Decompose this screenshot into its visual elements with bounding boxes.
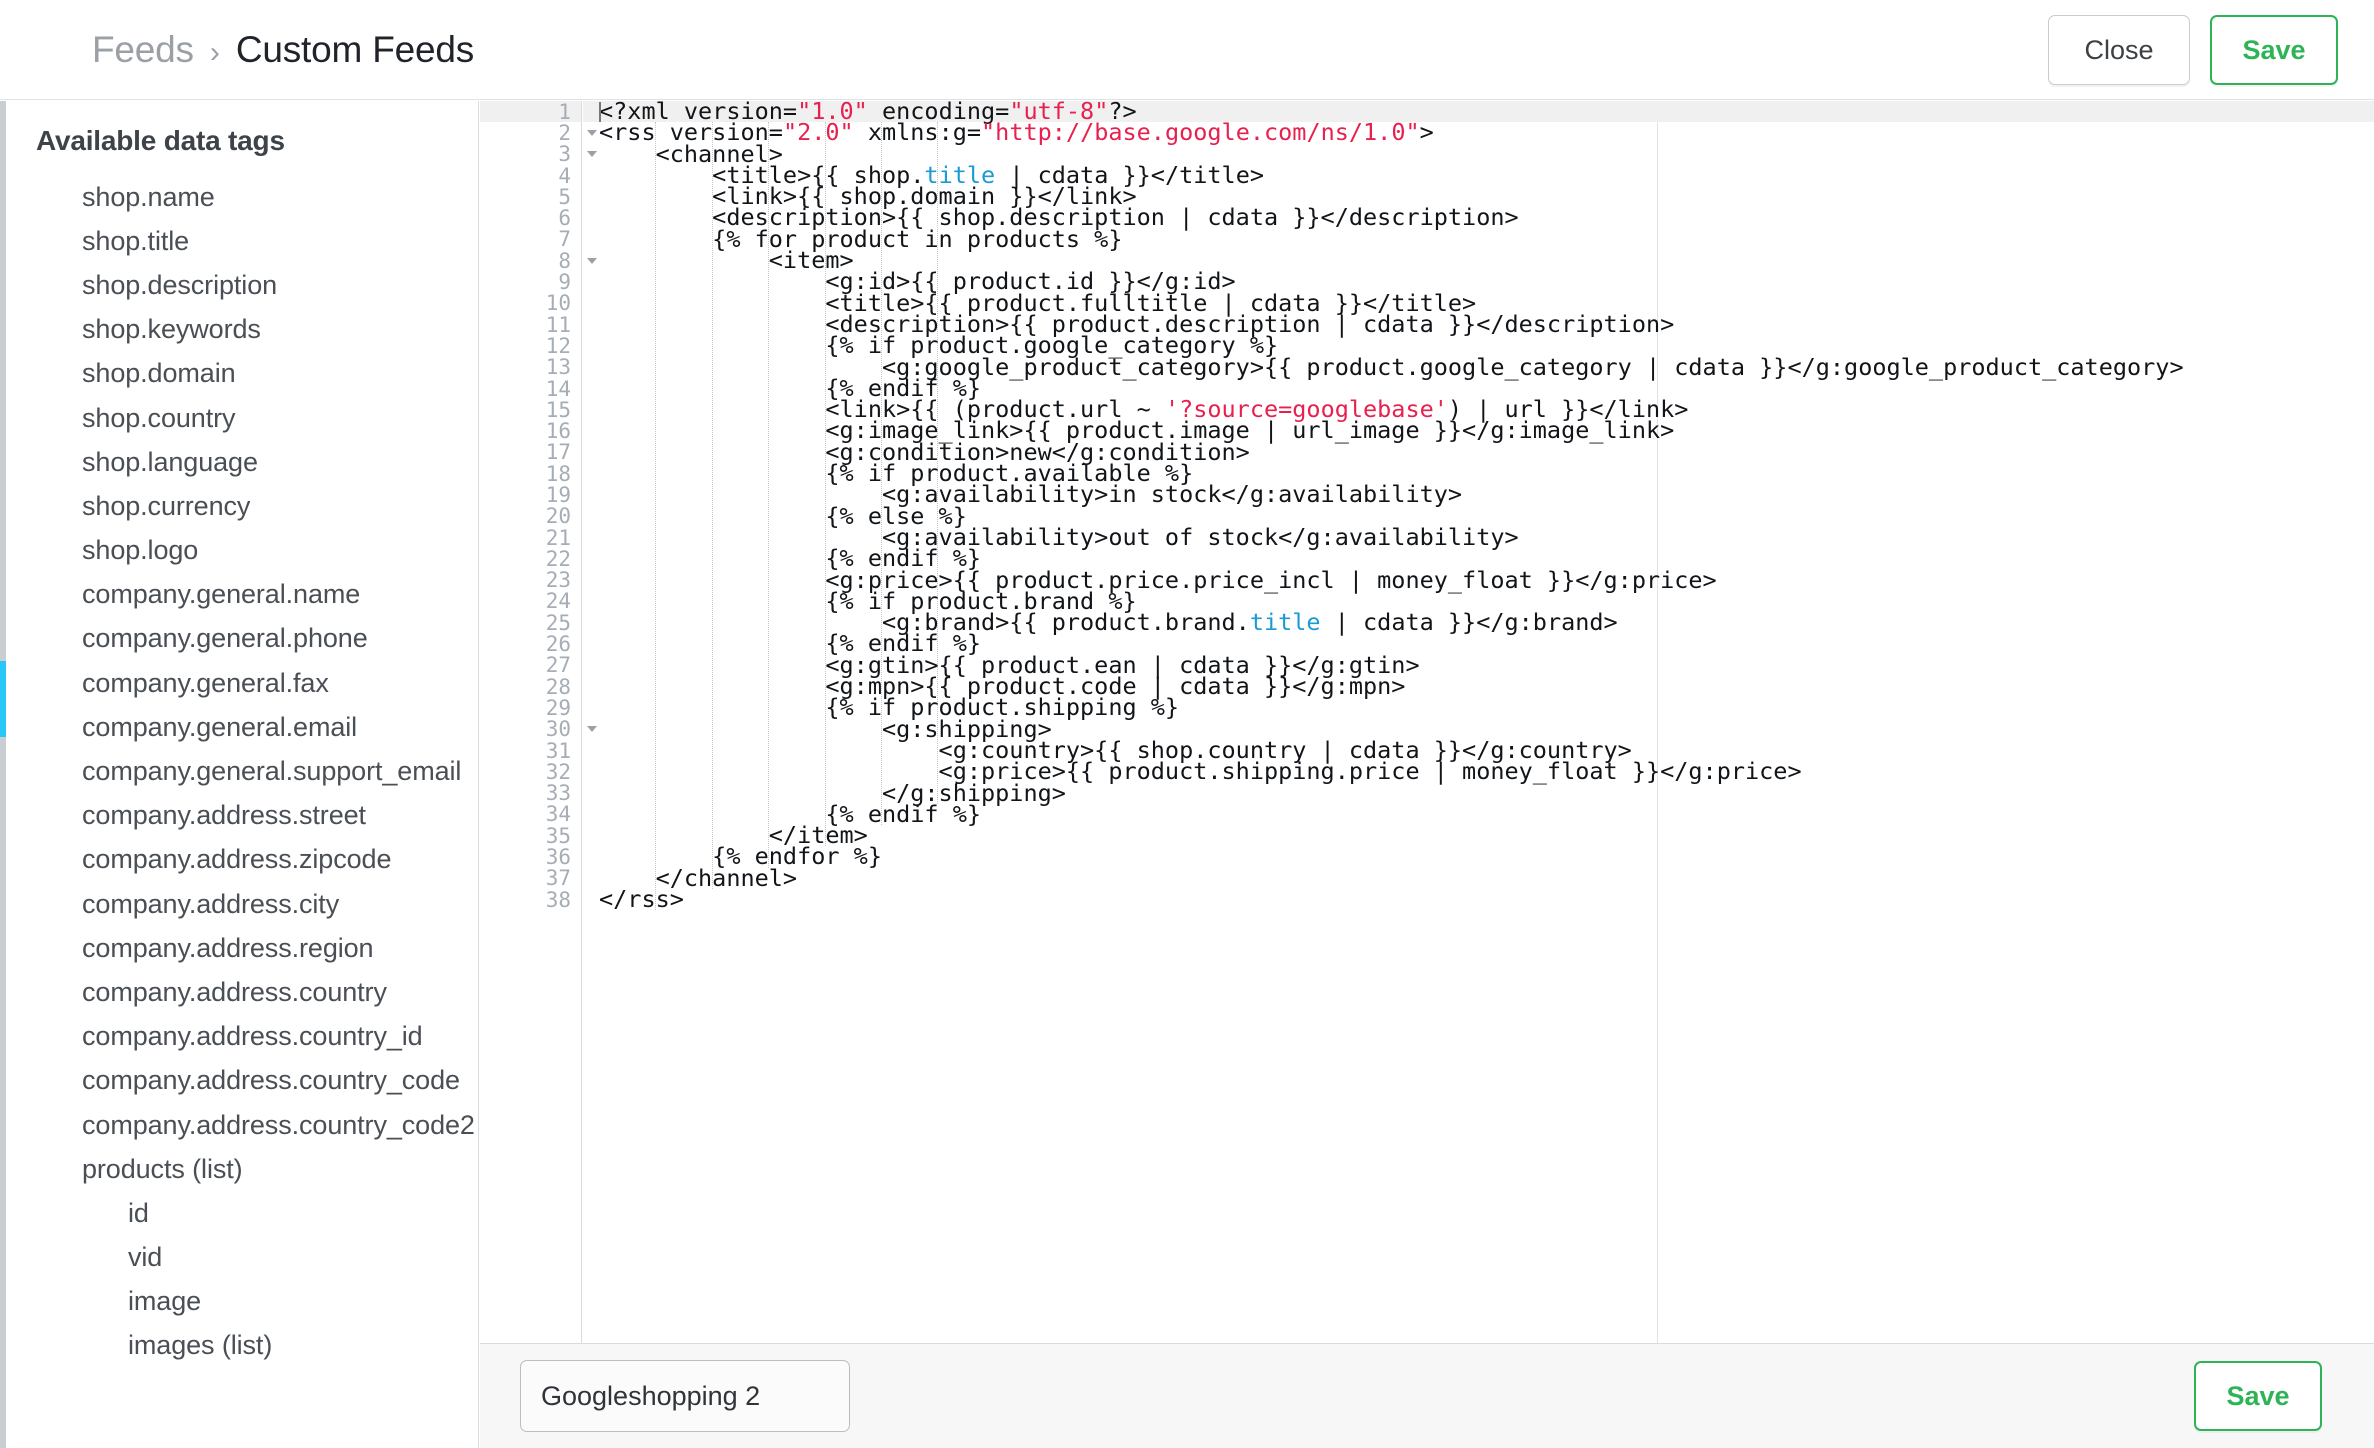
gutter-line-number: 35 bbox=[545, 823, 571, 848]
data-tag-item[interactable]: company.address.region bbox=[82, 926, 473, 970]
page-header: Feeds › Custom Feeds Close Save bbox=[0, 0, 2374, 100]
data-tag-item[interactable]: shop.title bbox=[82, 219, 473, 263]
data-tag-item[interactable]: company.general.fax bbox=[82, 661, 473, 705]
gutter-line-number: 17 bbox=[545, 440, 571, 465]
data-tag-item[interactable]: vid bbox=[128, 1236, 473, 1280]
editor-line-number-gutter: 1 2 3 4 5 6 7 8 9 10 11 12 13 14 15 16 17 18 19 20 21 22 23 24 2… bbox=[480, 101, 597, 1343]
sidebar-content: Available data tags shop.name shop.title s… bbox=[0, 101, 475, 1368]
data-tag-item[interactable]: shop.keywords bbox=[82, 308, 473, 352]
gutter-line-number: 14 bbox=[545, 376, 571, 401]
data-tag-item[interactable]: shop.logo bbox=[82, 529, 473, 573]
gutter-line-number: 16 bbox=[545, 419, 571, 444]
gutter-line-number: 18 bbox=[545, 461, 571, 486]
breadcrumb-separator-icon: › bbox=[209, 35, 220, 69]
gutter-line-number: 12 bbox=[545, 333, 571, 358]
gutter-line-number: 33 bbox=[545, 781, 571, 806]
code-token-plain: </rss> bbox=[599, 884, 684, 913]
gutter-line-number: 38 bbox=[545, 887, 571, 912]
code-token-string: "http://base.google.com/ns/1.0" bbox=[981, 118, 1420, 147]
gutter-line-number: 3 bbox=[480, 142, 597, 166]
data-tag-item[interactable]: company.address.zipcode bbox=[82, 838, 473, 882]
breadcrumb: Feeds › Custom Feeds bbox=[92, 29, 474, 71]
gutter-line-number: 7 bbox=[558, 227, 571, 252]
code-editor[interactable]: 1 2 3 4 5 6 7 8 9 10 11 12 13 14 15 16 17 18 19 20 21 22 23 24 2… bbox=[480, 101, 2374, 1343]
gutter-line-number: 28 bbox=[545, 674, 571, 699]
gutter-line-number: 34 bbox=[545, 802, 571, 827]
gutter-line-number: 36 bbox=[545, 845, 571, 870]
code-line[interactable]: </rss> bbox=[583, 887, 2374, 911]
gutter-line-number: 22 bbox=[545, 546, 571, 571]
data-tag-item[interactable]: shop.name bbox=[82, 175, 473, 219]
gutter-line-number: 9 bbox=[558, 270, 571, 295]
gutter-line-number: 11 bbox=[545, 312, 571, 337]
data-tag-item[interactable]: company.address.country_code bbox=[82, 1059, 473, 1103]
gutter-line-number: 24 bbox=[545, 589, 571, 614]
editor-code-lines[interactable]: <?xml version="1.0" encoding="utf-8"?> <r… bbox=[583, 101, 2374, 911]
data-tag-item[interactable]: images (list) bbox=[128, 1324, 473, 1368]
data-tag-item[interactable]: shop.domain bbox=[82, 352, 473, 396]
gutter-line-number: 8 bbox=[480, 249, 597, 273]
code-token-plain: > bbox=[1419, 118, 1434, 147]
data-tag-item[interactable]: company.address.street bbox=[82, 794, 473, 838]
gutter-line-number: 1 bbox=[480, 101, 581, 124]
gutter-line-number: 26 bbox=[545, 632, 571, 657]
gutter-line-number: 29 bbox=[545, 695, 571, 720]
header-actions: Close Save bbox=[2048, 15, 2338, 85]
data-tag-item[interactable]: products (list) bbox=[82, 1147, 473, 1191]
data-tag-item[interactable]: company.address.country_code2 bbox=[82, 1103, 475, 1147]
gutter-line-number: 15 bbox=[545, 397, 571, 422]
gutter-line-number: 5 bbox=[558, 184, 571, 209]
gutter-line-number: 37 bbox=[545, 866, 571, 891]
gutter-line-number: 31 bbox=[545, 738, 571, 763]
data-tag-item[interactable]: company.general.phone bbox=[82, 617, 473, 661]
data-tag-item[interactable]: shop.language bbox=[82, 440, 473, 484]
code-token-plain: | cdata }}</g:brand> bbox=[1320, 608, 1618, 637]
breadcrumb-parent-feeds[interactable]: Feeds bbox=[92, 29, 194, 71]
gutter-line-number: 23 bbox=[545, 568, 571, 593]
gutter-line-number: 25 bbox=[545, 610, 571, 635]
save-button-header[interactable]: Save bbox=[2210, 15, 2338, 85]
data-tag-item[interactable]: company.general.name bbox=[82, 573, 473, 617]
gutter-line-number: 27 bbox=[545, 653, 571, 678]
code-line[interactable]: <rss version="2.0" xmlns:g="http://base.… bbox=[583, 121, 2374, 145]
page-title: Custom Feeds bbox=[235, 28, 475, 70]
code-token-attribute: title bbox=[1249, 608, 1321, 637]
gutter-line-number: 2 bbox=[480, 121, 597, 145]
code-token-plain: xmlns:g= bbox=[853, 118, 982, 147]
gutter-line-number: 20 bbox=[545, 504, 571, 529]
data-tag-item[interactable]: shop.country bbox=[82, 396, 473, 440]
code-line[interactable]: {% endfor %} bbox=[583, 845, 2374, 869]
gutter-line-number: 19 bbox=[545, 483, 571, 507]
gutter-line-number: 10 bbox=[545, 291, 571, 316]
sidebar-heading: Available data tags bbox=[36, 125, 285, 156]
data-tag-item[interactable]: image bbox=[128, 1280, 473, 1324]
gutter-line-number: 6 bbox=[558, 206, 571, 231]
data-tag-item[interactable]: shop.description bbox=[82, 263, 473, 307]
close-button[interactable]: Close bbox=[2048, 15, 2190, 85]
data-tag-list: shop.name shop.title shop.description shop.… bbox=[0, 175, 475, 1368]
gutter-line-number: 4 bbox=[558, 163, 571, 188]
save-button-footer[interactable]: Save bbox=[2194, 1361, 2322, 1431]
custom-feeds-editor-page: Feeds › Custom Feeds Close Save Availabl… bbox=[0, 0, 2374, 1448]
data-tag-item[interactable]: company.general.support_email bbox=[82, 749, 473, 793]
code-line[interactable]: </channel> bbox=[583, 866, 2374, 890]
feed-name-input[interactable] bbox=[520, 1360, 850, 1432]
code-token-string: "2.0" bbox=[782, 118, 854, 147]
data-tag-item[interactable]: company.address.country_id bbox=[82, 1015, 473, 1059]
gutter-line-number: 21 bbox=[545, 525, 571, 550]
gutter-line-number: 13 bbox=[545, 355, 571, 380]
editor-code-area[interactable]: <?xml version="1.0" encoding="utf-8"?> <r… bbox=[583, 101, 2374, 1343]
editor-footer: Save bbox=[480, 1343, 2374, 1448]
data-tag-item[interactable]: company.address.city bbox=[82, 882, 473, 926]
gutter-line-number: 32 bbox=[545, 759, 571, 784]
data-tag-item[interactable]: company.general.email bbox=[82, 705, 473, 749]
data-tag-item[interactable]: company.address.country bbox=[82, 970, 473, 1014]
data-tags-sidebar: Available data tags shop.name shop.title s… bbox=[0, 101, 479, 1448]
data-tag-item[interactable]: id bbox=[128, 1191, 473, 1235]
gutter-line-number: 30 bbox=[480, 717, 597, 741]
data-tag-item[interactable]: shop.currency bbox=[82, 484, 473, 528]
